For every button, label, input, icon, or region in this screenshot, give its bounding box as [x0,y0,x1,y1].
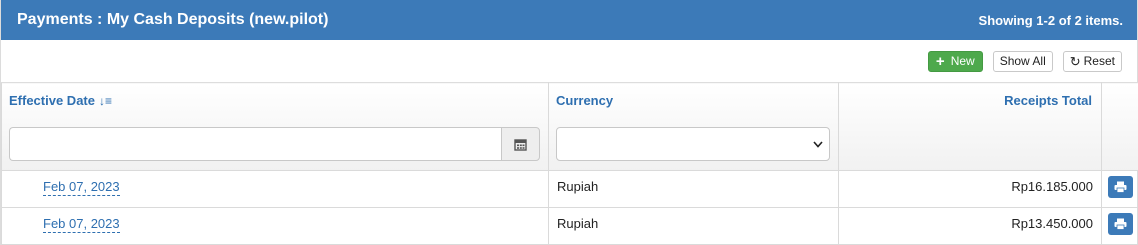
currency-filter-select[interactable] [556,127,830,161]
reset-button-label: Reset [1083,54,1115,68]
effective-date-filter [9,127,540,161]
new-button[interactable]: + New [927,50,983,72]
column-effective-date: Effective Date ↓≡ [1,82,549,171]
reset-button[interactable]: ↻ Reset [1062,50,1122,72]
calendar-icon [514,138,527,151]
currency-cell: Rupiah [548,170,839,208]
show-all-button[interactable]: Show All [992,50,1053,72]
deposits-table: Effective Date ↓≡ Currency Receipts Tota… [1,82,1138,245]
column-actions [1101,82,1138,171]
cash-deposits-panel: Payments : My Cash Deposits (new.pilot) … [0,0,1138,245]
effective-date-sort-link[interactable]: Effective Date [9,93,95,108]
receipts-total-cell: Rp13.450.000 [838,207,1102,245]
currency-sort-link[interactable]: Currency [556,93,613,108]
chevron-down-icon [813,140,823,148]
print-button[interactable] [1108,176,1133,198]
new-button-label: New [950,54,975,68]
print-icon [1114,181,1127,193]
column-currency: Currency [548,82,839,171]
effective-date-link[interactable]: Feb 07, 2023 [43,216,120,233]
currency-cell: Rupiah [548,207,839,245]
toolbar: + New Show All ↻ Reset [1,40,1137,82]
column-receipts-total: Receipts Total [838,82,1102,171]
table-row: Feb 07, 2023 Rupiah Rp13.450.000 [1,207,1138,245]
calendar-button[interactable] [501,127,540,161]
plus-icon: + [935,52,945,70]
sort-descending-icon: ↓≡ [98,94,112,108]
receipts-total-cell: Rp16.185.000 [838,170,1102,208]
print-icon [1114,218,1127,230]
panel-header: Payments : My Cash Deposits (new.pilot) … [1,0,1137,40]
refresh-icon: ↻ [1069,53,1081,69]
effective-date-link[interactable]: Feb 07, 2023 [43,179,120,196]
table-row: Feb 07, 2023 Rupiah Rp16.185.000 [1,170,1138,208]
pagination-summary: Showing 1-2 of 2 items. [978,12,1123,28]
effective-date-filter-input[interactable] [9,127,501,161]
print-button[interactable] [1108,213,1133,235]
page-title: Payments : My Cash Deposits (new.pilot) [17,11,329,28]
receipts-total-sort-link[interactable]: Receipts Total [1004,93,1092,108]
table-header-row: Effective Date ↓≡ Currency Receipts Tota… [1,82,1138,171]
